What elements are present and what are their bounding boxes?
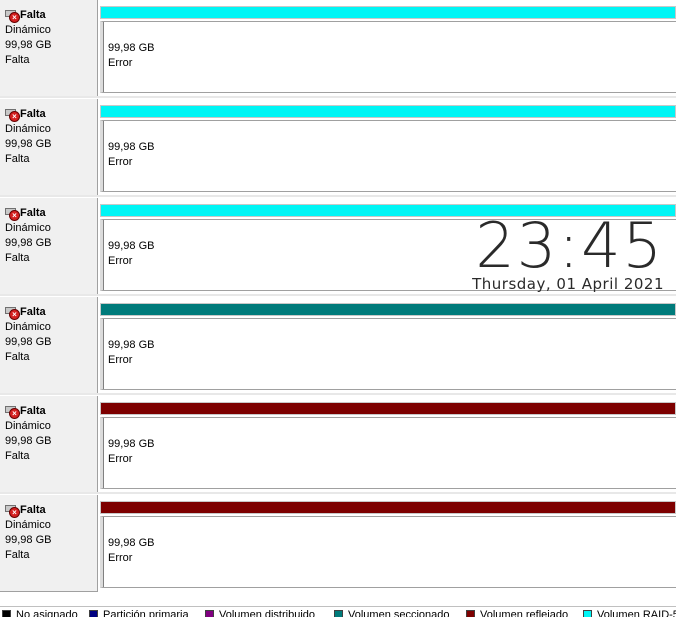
disk-status-title-text: Falta — [20, 405, 46, 417]
disk-type: Dinámico — [5, 519, 51, 531]
disk-type: Dinámico — [5, 321, 51, 333]
volume-status: Error — [108, 552, 133, 564]
volume-block[interactable]: 99,98 GB Error — [100, 495, 676, 591]
disk-size: 99,98 GB — [5, 534, 52, 546]
disk-size: 99,98 GB — [5, 435, 52, 447]
disk-status-title: × Falta — [5, 503, 46, 518]
disk-status-title: × Falta — [5, 8, 46, 23]
disk-info-panel[interactable]: × Falta Dinámico 99,98 GB Falta — [0, 99, 98, 196]
row-divider — [0, 195, 676, 197]
disk-type: Dinámico — [5, 420, 51, 432]
volume-type-bar — [100, 402, 676, 415]
disk-status: Falta — [5, 351, 30, 363]
volume-body[interactable]: 99,98 GB Error — [100, 318, 676, 390]
disk-status-title-text: Falta — [20, 108, 46, 120]
disk-error-icon: × — [5, 405, 20, 419]
disk-status: Falta — [5, 153, 30, 165]
volume-block[interactable]: 99,98 GB Error — [100, 396, 676, 492]
volume-status: Error — [108, 255, 133, 267]
disk-row[interactable]: × Falta Dinámico 99,98 GB Falta 99,98 GB… — [0, 495, 676, 594]
disk-status: Falta — [5, 252, 30, 264]
disk-error-icon: × — [5, 108, 20, 122]
volume-status: Error — [108, 354, 133, 366]
volume-status: Error — [108, 57, 133, 69]
disk-info-panel[interactable]: × Falta Dinámico 99,98 GB Falta — [0, 396, 98, 493]
disk-row[interactable]: × Falta Dinámico 99,98 GB Falta 99,98 GB… — [0, 99, 676, 198]
disk-row[interactable]: × Falta Dinámico 99,98 GB Falta 99,98 GB… — [0, 396, 676, 495]
row-divider — [0, 96, 676, 98]
disk-type: Dinámico — [5, 24, 51, 36]
volume-type-bar — [100, 105, 676, 118]
disk-status-title: × Falta — [5, 206, 46, 221]
disk-error-icon: × — [5, 504, 20, 518]
volume-type-bar — [100, 501, 676, 514]
disk-status-title-text: Falta — [20, 9, 46, 21]
disk-status: Falta — [5, 450, 30, 462]
volume-size: 99,98 GB — [108, 339, 155, 351]
disk-error-icon: × — [5, 207, 20, 221]
disk-size: 99,98 GB — [5, 39, 52, 51]
disk-info-panel[interactable]: × Falta Dinámico 99,98 GB Falta — [0, 495, 98, 592]
volume-size: 99,98 GB — [108, 141, 155, 153]
volume-size: 99,98 GB — [108, 240, 155, 252]
volume-type-bar — [100, 303, 676, 316]
disk-status: Falta — [5, 549, 30, 561]
volume-type-bar — [100, 6, 676, 19]
volume-size: 99,98 GB — [108, 42, 155, 54]
clock-time: 23:45 — [475, 209, 664, 282]
disk-info-panel[interactable]: × Falta Dinámico 99,98 GB Falta — [0, 297, 98, 394]
disk-status-title: × Falta — [5, 107, 46, 122]
volume-body[interactable]: 99,98 GB Error — [100, 516, 676, 588]
volume-size: 99,98 GB — [108, 537, 155, 549]
disk-row[interactable]: × Falta Dinámico 99,98 GB Falta 99,98 GB… — [0, 297, 676, 396]
volume-body[interactable]: 99,98 GB Error — [100, 21, 676, 93]
clock-date: Thursday, 01 April 2021 — [472, 275, 664, 293]
disk-status-title-text: Falta — [20, 306, 46, 318]
volume-body[interactable]: 99,98 GB Error — [100, 120, 676, 192]
disk-size: 99,98 GB — [5, 237, 52, 249]
disk-row[interactable]: × Falta Dinámico 99,98 GB Falta 99,98 GB… — [0, 0, 676, 99]
volume-block[interactable]: 99,98 GB Error — [100, 0, 676, 96]
row-divider — [0, 294, 676, 296]
disk-size: 99,98 GB — [5, 336, 52, 348]
disk-status-title-text: Falta — [20, 504, 46, 516]
disk-info-panel[interactable]: × Falta Dinámico 99,98 GB Falta — [0, 198, 98, 295]
disk-size: 99,98 GB — [5, 138, 52, 150]
disk-type: Dinámico — [5, 222, 51, 234]
disk-error-icon: × — [5, 306, 20, 320]
desktop-clock-widget: 23:45 Thursday, 01 April 2021 — [472, 209, 664, 293]
volume-legend: No asignado Partición primaria Volumen d… — [0, 606, 676, 617]
row-divider — [0, 393, 676, 395]
disk-status: Falta — [5, 54, 30, 66]
volume-size: 99,98 GB — [108, 438, 155, 450]
volume-block[interactable]: 99,98 GB Error — [100, 99, 676, 195]
volume-body[interactable]: 99,98 GB Error — [100, 417, 676, 489]
disk-error-icon: × — [5, 9, 20, 23]
volume-block[interactable]: 99,98 GB Error — [100, 297, 676, 393]
disk-status-title-text: Falta — [20, 207, 46, 219]
disk-status-title: × Falta — [5, 305, 46, 320]
volume-status: Error — [108, 453, 133, 465]
disk-info-panel[interactable]: × Falta Dinámico 99,98 GB Falta — [0, 0, 98, 97]
disk-status-title: × Falta — [5, 404, 46, 419]
volume-status: Error — [108, 156, 133, 168]
disk-type: Dinámico — [5, 123, 51, 135]
row-divider — [0, 492, 676, 494]
